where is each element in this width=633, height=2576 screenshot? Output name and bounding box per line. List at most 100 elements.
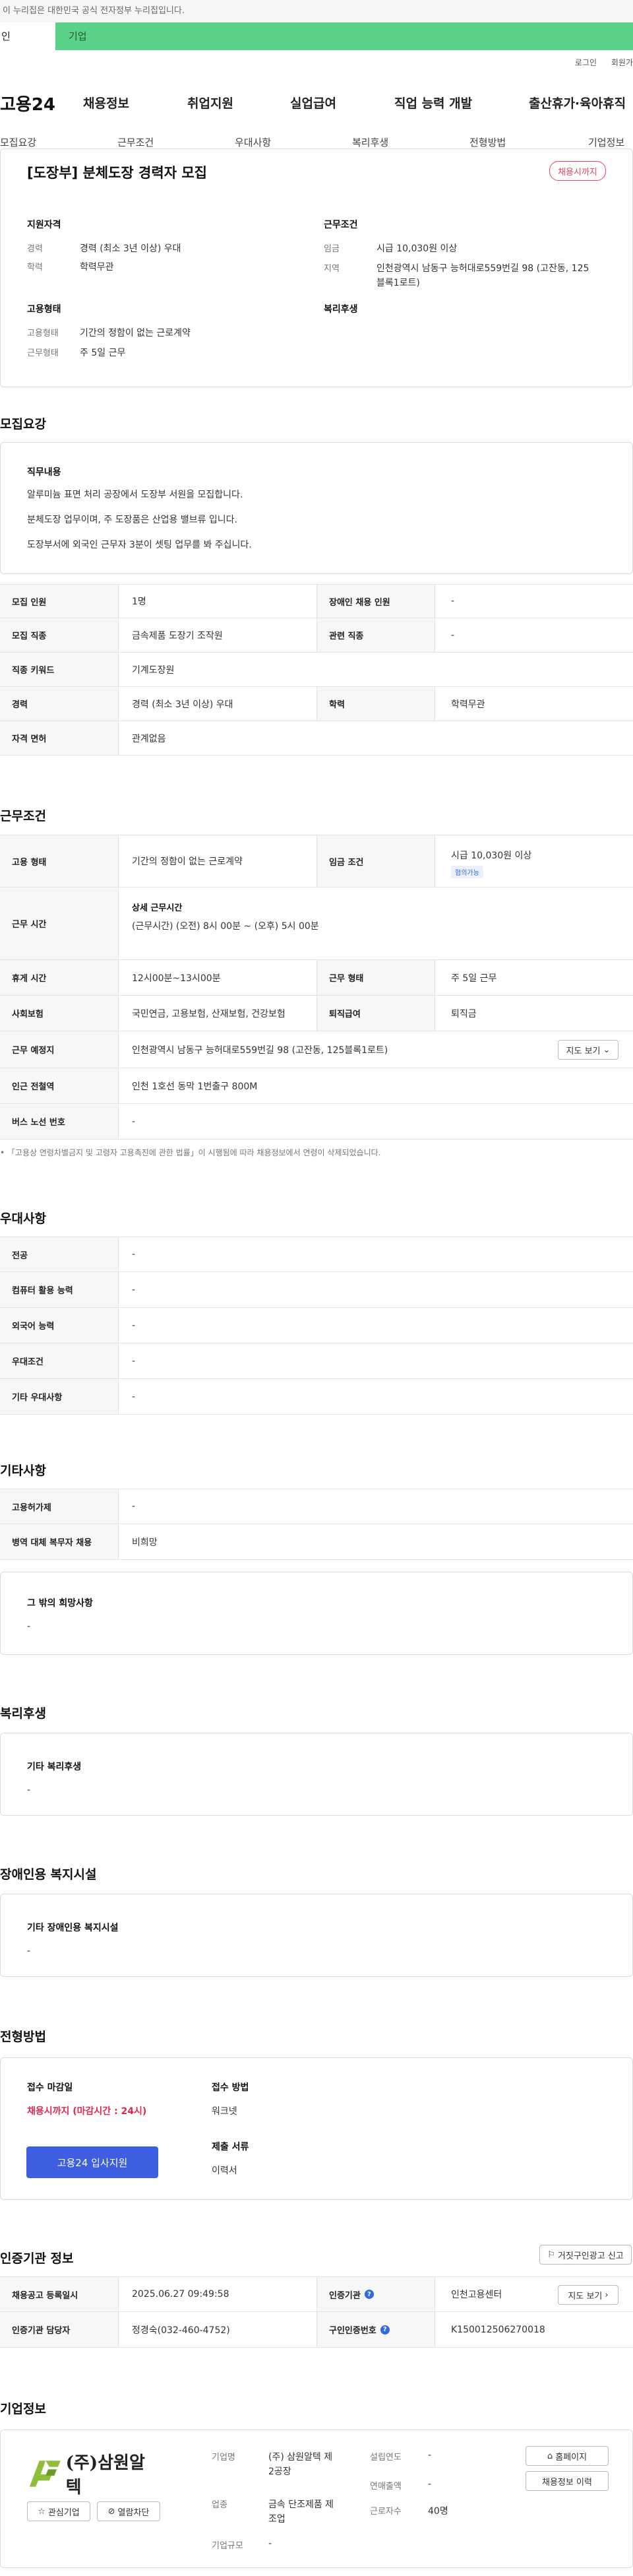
- pref-heading: 우대사항: [0, 1211, 46, 1226]
- row-key: 근무 형태: [316, 960, 435, 995]
- org-key-label: 인증기관: [329, 2290, 361, 2301]
- gnb-unemployment-benefit[interactable]: 실업급여: [290, 94, 336, 112]
- apply-button[interactable]: 고용24 입사지원: [26, 2146, 158, 2178]
- agency-map-button[interactable]: 지도 보기 ›: [558, 2285, 618, 2305]
- info-icon[interactable]: ?: [380, 2325, 390, 2334]
- row-key: 관련 직종: [316, 618, 435, 652]
- row-key: 근무 예정지: [0, 1031, 119, 1068]
- table-row: 버스 노선 번호 -: [0, 1104, 633, 1140]
- wage-value: 시급 10,030원 이상: [451, 851, 532, 861]
- qual-value: 학력무관: [80, 262, 114, 273]
- star-icon: ☆: [38, 2506, 45, 2517]
- row-value: 2025.06.27 09:49:58: [132, 2289, 229, 2300]
- persona-tab-individual[interactable]: 인: [0, 22, 55, 50]
- table-row: 우대조건 -: [0, 1343, 633, 1379]
- age-notice-text: 「고용상 연령차별금지 및 고령자 고용촉진에 관한 법률」이 시행됨에 따라 …: [7, 1148, 381, 1157]
- gnb-vocational-training[interactable]: 직업 능력 개발: [394, 94, 472, 112]
- tab-recruit[interactable]: 모집요강: [0, 135, 36, 149]
- disability-box-value: -: [27, 1946, 31, 1956]
- report-fake-ad-button[interactable]: ⚐ 거짓구인광고 신고: [539, 2245, 632, 2265]
- favorite-label: 관심기업: [47, 2507, 80, 2518]
- row-value: 기계도장원: [132, 664, 175, 676]
- row-key: 인증기관?: [316, 2277, 435, 2311]
- row-value: -: [451, 596, 455, 606]
- company-value: 40명: [428, 2506, 448, 2517]
- tab-work-conditions[interactable]: 근무조건: [117, 135, 154, 149]
- qual-value: 경력 (최소 3년 이상) 우대: [80, 243, 181, 254]
- tab-welfare[interactable]: 복리후생: [352, 135, 388, 149]
- qual-heading: 지원자격: [27, 220, 61, 230]
- table-row: 모집 직종 금속제품 도장기 조작원 관련 직종 -: [0, 618, 633, 653]
- company-value: 2공장: [268, 2466, 291, 2477]
- disability-heading: 장애인용 복지시설: [0, 1867, 97, 1882]
- company-key: 업종: [212, 2500, 227, 2510]
- welfare-box: 기타 복리후생 -: [0, 1733, 633, 1816]
- map-button-label: 지도 보기: [568, 2291, 603, 2302]
- company-card: (주)삼원알텍 ☆ 관심기업 ⊘ 열람차단 기업명 (주) 삼원알텍 제 2공장 업…: [0, 2430, 633, 2568]
- favorite-company-button[interactable]: ☆ 관심기업: [27, 2501, 90, 2521]
- emp-key: 고용형태: [27, 329, 59, 338]
- block-view-button[interactable]: ⊘ 열람차단: [97, 2501, 160, 2521]
- emp-key: 근무형태: [27, 348, 59, 358]
- row-key: 버스 노선 번호: [0, 1104, 119, 1139]
- row-key: 전공: [0, 1237, 119, 1272]
- info-icon[interactable]: ?: [364, 2290, 374, 2299]
- cond-heading: 근무조건: [324, 220, 358, 230]
- hours-subheading: 상세 근무시간: [132, 903, 183, 913]
- row-value: K150012506270018: [451, 2324, 545, 2335]
- company-value: -: [268, 2538, 272, 2549]
- row-key: 자격 면허: [0, 721, 119, 755]
- login-link[interactable]: 로그인: [575, 58, 597, 67]
- row-key: 퇴직급여: [316, 996, 435, 1031]
- company-key: 기업규모: [212, 2541, 243, 2551]
- table-row: 고용허가제 -: [0, 1489, 633, 1524]
- tab-selection[interactable]: 전형방법: [469, 135, 506, 149]
- row-value: 관계없음: [132, 733, 166, 744]
- emp-value: 기간의 정함이 없는 근로계약: [80, 328, 191, 338]
- company-key: 근로자수: [370, 2507, 402, 2517]
- row-value: 1명: [132, 596, 146, 607]
- company-key: 설립연도: [370, 2453, 402, 2463]
- table-row: 휴게 시간 12시00분~13시00분 근무 형태 주 5일 근무: [0, 960, 633, 996]
- map-button-label: 지도 보기: [566, 1046, 601, 1056]
- tab-preferences[interactable]: 우대사항: [235, 135, 271, 149]
- table-row: 고용 형태 기간의 정함이 없는 근로계약 임금 조건 시급 10,030원 이…: [0, 835, 633, 887]
- gnb-employment-support[interactable]: 취업지원: [187, 94, 233, 112]
- row-value: 인천고용센터: [451, 2290, 502, 2300]
- chevron-right-icon: ›: [605, 2290, 609, 2300]
- tab-company[interactable]: 기업정보: [588, 135, 624, 149]
- welfare-section-heading: 복리후생: [0, 1706, 46, 1721]
- table-row: 직종 키워드 기계도장원: [0, 653, 633, 687]
- global-nav: 고용24 채용정보 취업지원 실업급여 직업 능력 개발 출산휴가·육아휴직: [0, 91, 633, 115]
- signup-link[interactable]: 회원가: [611, 58, 633, 67]
- row-key: 휴게 시간: [0, 960, 119, 995]
- chevron-down-icon: ⌄: [603, 1045, 611, 1055]
- work-heading: 근무조건: [0, 809, 46, 823]
- row-key: 외국어 능력: [0, 1308, 119, 1343]
- persona-tabs: 인 기업: [0, 22, 633, 50]
- emp-heading: 고용형태: [27, 304, 61, 315]
- selection-heading: 전형방법: [0, 2030, 46, 2044]
- gnb-jobs[interactable]: 채용정보: [83, 94, 129, 112]
- map-button[interactable]: 지도 보기 ⌄: [558, 1040, 618, 1060]
- docs-value: 이력서: [212, 2166, 237, 2176]
- site-logo[interactable]: 고용24: [0, 91, 55, 115]
- row-value: 12시00분~13시00분: [132, 973, 221, 984]
- duty-line: 분체도장 업무이며, 주 도장품은 산업용 밸브류 입니다.: [27, 515, 237, 525]
- homepage-button[interactable]: ⌂ 홈페이지: [526, 2446, 609, 2466]
- disability-box-title: 기타 장애인용 복지시설: [27, 1923, 119, 1933]
- cond-value: 시급 10,030원 이상: [377, 243, 458, 254]
- row-value: -: [132, 1249, 136, 1260]
- gnb-parental-leave[interactable]: 출산휴가·육아휴직: [529, 94, 626, 112]
- welfare-box-value: -: [27, 1785, 31, 1795]
- company-logo-mark-icon: [29, 2461, 61, 2487]
- row-key: 채용공고 등록일시: [0, 2277, 119, 2311]
- qual-key: 경력: [27, 244, 43, 254]
- job-history-button[interactable]: 채용정보 이력: [526, 2471, 609, 2491]
- row-value: 경력 (최소 3년 이상) 우대: [132, 699, 233, 710]
- persona-tab-company[interactable]: 기업: [69, 22, 87, 50]
- row-value: 인천광역시 남동구 능허대로559번길 98 (고잔동, 125블록1로트): [132, 1045, 388, 1056]
- table-row: 자격 면허 관계없음: [0, 721, 633, 756]
- docs-label: 제출 서류: [212, 2142, 249, 2152]
- deadline-value: 채용시까지 (마감시간 : 24시): [27, 2106, 147, 2117]
